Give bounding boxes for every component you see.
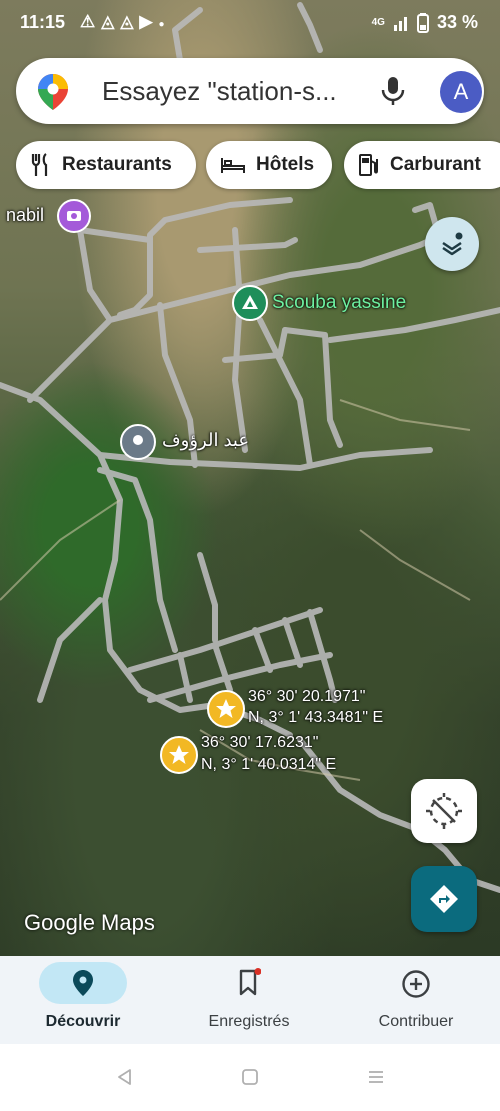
dot-icon: ● xyxy=(158,19,171,30)
layers-button[interactable] xyxy=(425,217,479,271)
add-circle-icon xyxy=(402,970,430,998)
location-pin-icon xyxy=(73,970,93,996)
nav-label: Contribuer xyxy=(378,1013,454,1030)
status-right: 4G 33 % xyxy=(372,12,478,33)
chip-label: Hôtels xyxy=(256,154,315,175)
battery-label: 33 % xyxy=(436,12,478,32)
map-label-scouba: Scouba yassine xyxy=(272,292,407,313)
microphone-icon[interactable] xyxy=(380,76,406,106)
chip-label: Carburant xyxy=(390,154,481,175)
system-navigation-bar xyxy=(0,1044,500,1111)
app-icon: ◬ xyxy=(101,12,121,31)
back-icon[interactable] xyxy=(115,1067,135,1087)
pin2-coords-line2: N, 3° 1' 40.0314" E xyxy=(201,756,337,773)
signal-icon xyxy=(393,16,407,31)
star-pin-icon[interactable] xyxy=(160,736,198,774)
location-off-icon xyxy=(426,793,462,829)
search-input[interactable]: Essayez "station-s... xyxy=(102,76,352,107)
place-poi-icon[interactable] xyxy=(120,424,156,460)
bottom-navigation: Découvrir Enregistrés Contribuer xyxy=(0,956,500,1044)
search-bar[interactable]: Essayez "station-s... A xyxy=(16,58,484,124)
map-label-nabil: nabil xyxy=(6,205,45,225)
nav-discover[interactable]: Découvrir xyxy=(0,956,166,1044)
pin1-coords-line2: N, 3° 1' 43.3481" E xyxy=(248,709,384,726)
app-icon: ◬ xyxy=(120,12,140,31)
home-icon[interactable] xyxy=(240,1067,260,1087)
chip-hotels[interactable]: Hôtels xyxy=(206,141,332,189)
nav-label: Enregistrés xyxy=(208,1013,290,1030)
account-avatar[interactable]: A xyxy=(440,71,482,113)
youtube-icon: ▶ xyxy=(139,12,159,31)
map-label-abderraouf: عبد الرؤوف xyxy=(162,430,250,450)
park-poi-icon[interactable] xyxy=(232,285,268,321)
nav-contribute[interactable]: Contribuer xyxy=(333,956,499,1044)
chip-restaurants[interactable]: Restaurants xyxy=(16,141,196,189)
status-bar: 11:15 ⚠◬◬▶● 4G 33 % xyxy=(0,0,500,46)
notification-icons: ⚠◬◬▶● xyxy=(80,12,171,32)
status-time: 11:15 xyxy=(20,12,66,32)
chip-fuel[interactable]: Carburant xyxy=(344,141,500,189)
recents-icon[interactable] xyxy=(366,1067,386,1087)
warning-icon: ⚠ xyxy=(80,12,102,31)
layers-icon xyxy=(442,232,463,256)
nav-saved[interactable]: Enregistrés xyxy=(166,956,332,1044)
pin1-coords-line1: 36° 30' 20.1971" xyxy=(248,688,366,705)
bookmark-icon xyxy=(239,968,261,996)
fork-knife-icon xyxy=(30,153,52,177)
chip-label: Restaurants xyxy=(62,154,172,175)
google-maps-pin-icon xyxy=(38,74,68,110)
camera-poi-icon[interactable] xyxy=(57,199,91,233)
bed-icon xyxy=(220,155,246,175)
google-maps-watermark: Google Maps xyxy=(24,910,155,935)
pin2-coords-line1: 36° 30' 17.6231" xyxy=(201,734,319,751)
network-label: 4G xyxy=(371,17,385,28)
directions-button[interactable] xyxy=(411,866,477,932)
location-button[interactable] xyxy=(411,779,477,843)
battery-icon xyxy=(416,12,429,33)
nav-label: Découvrir xyxy=(45,1013,121,1030)
directions-icon xyxy=(430,885,458,913)
star-pin-icon[interactable] xyxy=(207,690,245,728)
fuel-icon xyxy=(358,153,380,177)
